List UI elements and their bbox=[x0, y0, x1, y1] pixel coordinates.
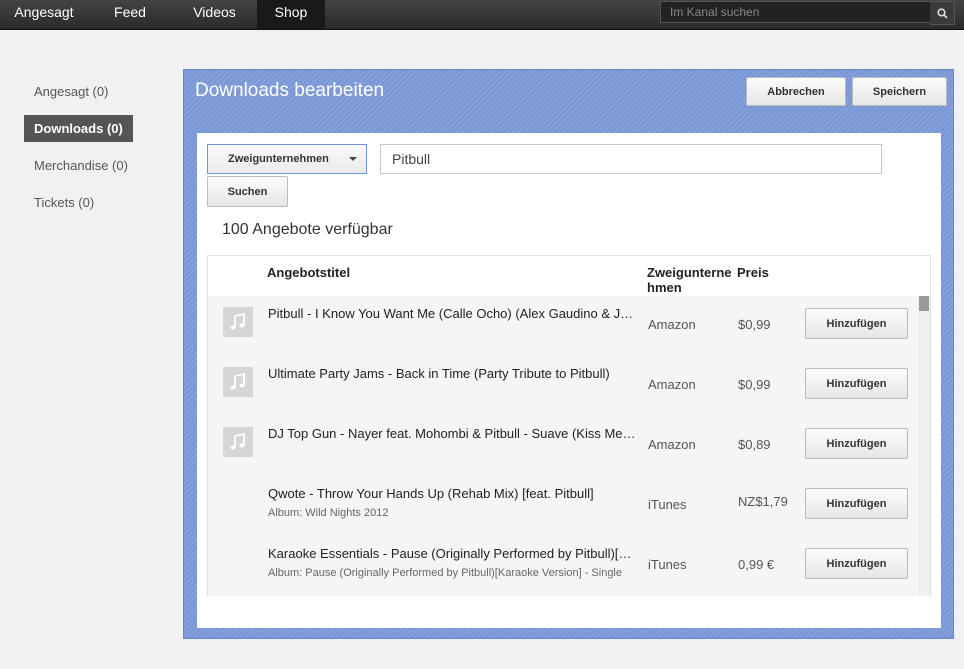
sidebar-item-tickets[interactable]: Tickets (0) bbox=[24, 189, 164, 216]
offer-title: DJ Top Gun - Nayer feat. Mohombi & Pitbu… bbox=[268, 426, 636, 441]
result-count: 100 Angebote verfügbar bbox=[222, 221, 393, 238]
offer-store: Amazon bbox=[648, 437, 696, 452]
column-title: Angebotstitel bbox=[267, 265, 351, 280]
add-offer-button[interactable]: Hinzufügen bbox=[805, 308, 908, 339]
offer-price: 0,99 € bbox=[738, 557, 775, 572]
offer-album: Album: Pause (Originally Performed by Pi… bbox=[268, 567, 622, 579]
tab-feed[interactable]: Feed bbox=[88, 0, 172, 29]
table-header: Angebotstitel Zweigunternehmen Preis bbox=[208, 256, 930, 296]
results-scrollbar[interactable] bbox=[918, 296, 930, 596]
table-row: Karaoke Essentials - Pause (Originally P… bbox=[208, 536, 917, 596]
offer-title: Karaoke Essentials - Pause (Originally P… bbox=[268, 546, 636, 561]
offer-title: Qwote - Throw Your Hands Up (Rehab Mix) … bbox=[268, 486, 594, 501]
cancel-button[interactable]: Abbrechen bbox=[746, 77, 846, 106]
edit-downloads-panel: Downloads bearbeiten Abbrechen Speichern… bbox=[183, 69, 954, 639]
offer-price: $0,99 bbox=[738, 377, 771, 392]
tab-angesagt[interactable]: Angesagt bbox=[0, 0, 88, 29]
music-note-icon bbox=[223, 367, 253, 397]
offer-search-input[interactable]: Pitbull bbox=[380, 144, 882, 174]
offer-store: iTunes bbox=[648, 497, 687, 512]
offer-store: Amazon bbox=[648, 317, 696, 332]
column-store: Zweigunternehmen bbox=[647, 265, 732, 295]
offer-price: $0,99 bbox=[738, 317, 771, 332]
offer-price: NZ$1,79 bbox=[738, 494, 788, 509]
offer-title: Ultimate Party Jams - Back in Time (Part… bbox=[268, 366, 610, 381]
filter-dropdown-label: Zweigunternehmen bbox=[228, 153, 329, 165]
table-row: Ultimate Party Jams - Back in Time (Part… bbox=[208, 356, 917, 416]
chevron-down-icon bbox=[349, 157, 357, 161]
sidebar-item-merchandise[interactable]: Merchandise (0) bbox=[24, 152, 164, 179]
shop-sidebar: Angesagt (0) Downloads (0) Merchandise (… bbox=[24, 78, 164, 226]
filter-dropdown[interactable]: Zweigunternehmen bbox=[207, 144, 367, 174]
column-price: Preis bbox=[737, 265, 769, 280]
table-row: Qwote - Throw Your Hands Up (Rehab Mix) … bbox=[208, 476, 917, 536]
panel-title: Downloads bearbeiten bbox=[195, 80, 385, 101]
save-button[interactable]: Speichern bbox=[852, 77, 947, 106]
table-row: Pitbull - I Know You Want Me (Calle Ocho… bbox=[208, 296, 917, 356]
table-rows: Pitbull - I Know You Want Me (Calle Ocho… bbox=[208, 296, 917, 596]
search-icon bbox=[936, 7, 948, 19]
music-note-icon bbox=[223, 427, 253, 457]
offer-store: iTunes bbox=[648, 557, 687, 572]
channel-search-input[interactable]: Im Kanal suchen bbox=[660, 1, 939, 23]
table-row: DJ Top Gun - Nayer feat. Mohombi & Pitbu… bbox=[208, 416, 917, 476]
add-offer-button[interactable]: Hinzufügen bbox=[805, 548, 908, 579]
top-bar: Angesagt Feed Videos Shop Im Kanal suche… bbox=[0, 0, 964, 30]
offer-price: $0,89 bbox=[738, 437, 771, 452]
top-nav: Angesagt Feed Videos Shop bbox=[0, 0, 325, 29]
offer-album: Album: Wild Nights 2012 bbox=[268, 507, 389, 519]
sidebar-item-downloads[interactable]: Downloads (0) bbox=[24, 115, 133, 142]
search-button[interactable] bbox=[930, 1, 955, 25]
tab-videos[interactable]: Videos bbox=[172, 0, 257, 29]
search-area: Zweigunternehmen Pitbull Suchen 100 Ange… bbox=[197, 133, 941, 628]
sidebar-item-angesagt[interactable]: Angesagt (0) bbox=[24, 78, 164, 105]
add-offer-button[interactable]: Hinzufügen bbox=[805, 368, 908, 399]
search-submit-button[interactable]: Suchen bbox=[207, 176, 288, 207]
results-table: Angebotstitel Zweigunternehmen Preis Pit… bbox=[207, 255, 931, 596]
offer-store: Amazon bbox=[648, 377, 696, 392]
offer-title: Pitbull - I Know You Want Me (Calle Ocho… bbox=[268, 306, 636, 321]
scrollbar-thumb[interactable] bbox=[919, 296, 929, 311]
music-note-icon bbox=[223, 307, 253, 337]
add-offer-button[interactable]: Hinzufügen bbox=[805, 428, 908, 459]
add-offer-button[interactable]: Hinzufügen bbox=[805, 488, 908, 519]
tab-shop[interactable]: Shop bbox=[257, 0, 325, 29]
